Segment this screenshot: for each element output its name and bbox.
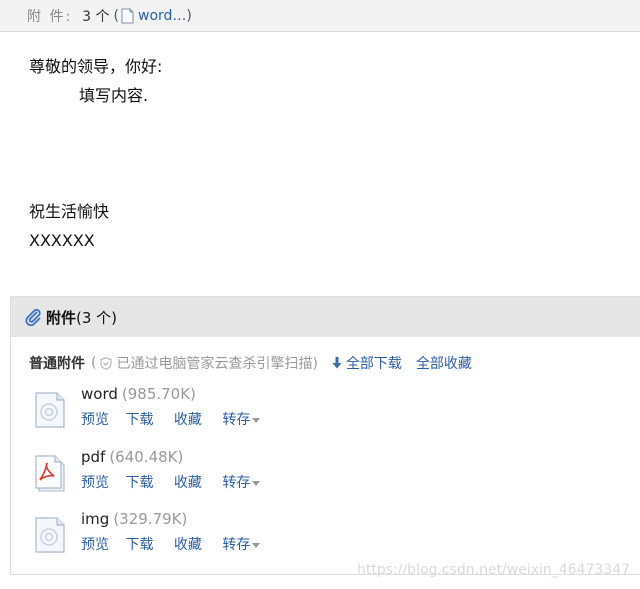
save-to-label: 转存 — [222, 537, 251, 553]
attachments-section-bar: 普通附件 ( 已通过电脑管家云查杀引擎扫描) 全部下载 全部收藏 — [29, 353, 472, 373]
scan-note-text: 已通过电脑管家云查杀引擎扫描) — [116, 356, 318, 372]
save-to-label: 转存 — [222, 412, 251, 428]
download-link[interactable]: 下载 — [125, 412, 153, 428]
attachment-file-line: pdf (640.48K) — [81, 448, 183, 466]
attachment-file-size: (329.79K) — [113, 510, 188, 528]
favorite-link[interactable]: 收藏 — [174, 475, 202, 491]
generic-file-icon — [35, 392, 65, 428]
attachment-file-line: img (329.79K) — [81, 510, 187, 528]
save-to-menu[interactable]: 转存 — [222, 475, 261, 491]
attachment-file-name[interactable]: word — [81, 385, 118, 403]
preview-link[interactable]: 预览 — [81, 412, 109, 428]
attachments-panel: 附件 (3 个) 普通附件 ( 已通过电脑管家云查杀引擎扫描) 全部下载 全部收… — [10, 296, 640, 575]
generic-file-icon — [35, 517, 65, 553]
pdf-file-icon — [35, 455, 65, 492]
save-to-menu[interactable]: 转存 — [222, 412, 261, 428]
scan-note: ( 已通过电脑管家云查杀引擎扫描) — [91, 353, 318, 373]
chevron-down-icon — [252, 542, 261, 548]
message-closing: 祝生活愉快 — [29, 202, 110, 221]
attachment-file-name[interactable]: img — [81, 510, 109, 528]
attachment-file-line: word (985.70K) — [81, 385, 196, 403]
message-signature: XXXXXX — [29, 231, 95, 250]
attachments-panel-header: 附件 (3 个) — [11, 297, 640, 337]
message-content: 填写内容. — [79, 86, 149, 105]
chevron-down-icon — [252, 480, 261, 486]
attachment-actions: 预览 下载 收藏 转存 — [81, 472, 261, 492]
attachment-actions: 预览 下载 收藏 转存 — [81, 534, 261, 554]
shield-icon — [100, 356, 112, 370]
attachment-file-name[interactable]: pdf — [81, 448, 105, 466]
attachments-title: 附件 — [46, 308, 77, 327]
download-link[interactable]: 下载 — [125, 537, 153, 553]
attachment-summary-count: 3 个 — [82, 8, 110, 25]
favorite-link[interactable]: 收藏 — [174, 537, 202, 553]
paren-close: ) — [186, 7, 192, 24]
normal-attachments-title: 普通附件 — [29, 356, 85, 372]
message-body: 尊敬的领导，你好: 填写内容. — [29, 52, 162, 110]
chevron-down-icon — [252, 417, 261, 423]
save-to-label: 转存 — [222, 475, 251, 491]
attachment-file-size: (640.48K) — [109, 448, 184, 466]
message-sign-off: 祝生活愉快 XXXXXX — [29, 197, 109, 255]
paren-open: ( — [113, 7, 119, 24]
attachment-summary-bar: 附 件: 3 个 ( word… ) — [0, 0, 640, 32]
favorite-link[interactable]: 收藏 — [174, 412, 202, 428]
paperclip-icon — [25, 308, 41, 326]
preview-link[interactable]: 预览 — [81, 537, 109, 553]
download-arrow-icon — [332, 357, 342, 369]
save-to-menu[interactable]: 转存 — [222, 537, 261, 553]
download-all-label: 全部下载 — [345, 356, 402, 372]
attachment-file-size: (985.70K) — [121, 385, 196, 403]
watermark: https://blog.csdn.net/weixin_46473347 — [357, 562, 631, 578]
preview-link[interactable]: 预览 — [81, 475, 109, 491]
attachment-summary-label: 附 件: — [27, 8, 73, 25]
attachment-actions: 预览 下载 收藏 转存 — [81, 409, 261, 429]
attachment-summary-first-file-link[interactable]: word… — [121, 8, 186, 24]
download-link[interactable]: 下载 — [125, 475, 153, 491]
save-all-button[interactable]: 全部收藏 — [416, 353, 472, 373]
message-greeting: 尊敬的领导，你好: — [29, 57, 163, 76]
attachments-count: (3 个) — [76, 308, 118, 327]
download-all-button[interactable]: 全部下载 — [332, 353, 402, 373]
scan-note-paren: ( — [91, 355, 97, 371]
attachment-summary-first-file-name: word… — [138, 7, 187, 24]
document-icon — [121, 8, 134, 23]
